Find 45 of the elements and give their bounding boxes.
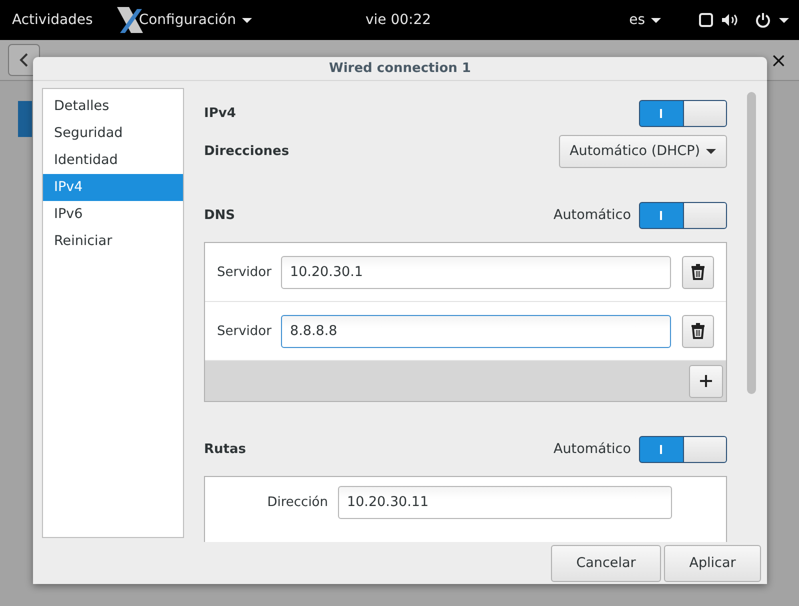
power-icon[interactable]: [755, 12, 771, 28]
toggle-switch[interactable]: [639, 100, 727, 126]
toggle-switch[interactable]: [639, 436, 727, 462]
section-heading: DNS: [204, 208, 236, 222]
field-label: Servidor: [217, 324, 271, 338]
trash-icon: [691, 323, 705, 339]
delete-button[interactable]: [682, 256, 714, 288]
input-field[interactable]: 10.20.30.1: [281, 256, 671, 288]
window-icon[interactable]: [699, 13, 713, 27]
toggle-label: Automático: [554, 207, 631, 223]
caret-icon: [242, 18, 252, 22]
sidebar-item[interactable]: Identidad: [43, 147, 183, 174]
sidebar-item[interactable]: Detalles: [43, 93, 183, 120]
activities-button[interactable]: Actividades: [12, 12, 93, 28]
field-label: Dirección: [266, 494, 328, 510]
scrollbar-thumb[interactable]: [747, 92, 756, 394]
field-label: Servidor: [217, 264, 271, 280]
volume-icon[interactable]: [721, 13, 739, 27]
plus-icon: [700, 375, 712, 387]
section-heading: IPv4: [204, 106, 236, 120]
toggle-label: Automático: [554, 441, 631, 457]
apply-button[interactable]: Aplicar: [664, 544, 761, 582]
caret-icon: [706, 148, 716, 154]
add-button[interactable]: [689, 364, 723, 398]
sidebar-item[interactable]: Seguridad: [43, 120, 183, 147]
caret-icon: [651, 18, 661, 22]
section-heading: Rutas: [204, 442, 246, 456]
input-field[interactable]: 8.8.8.8: [281, 314, 671, 348]
trash-icon: [691, 264, 705, 280]
caret-icon: [779, 18, 789, 22]
chevron-left-icon: [19, 53, 29, 67]
clock[interactable]: vie 00:22: [365, 12, 432, 28]
toggle-switch[interactable]: [639, 202, 727, 228]
language-menu[interactable]: es: [629, 12, 661, 28]
delete-button[interactable]: [682, 314, 714, 348]
close-button[interactable]: ×: [766, 48, 791, 72]
input-field[interactable]: 10.20.30.11: [338, 486, 672, 518]
dialog-title: Wired connection 1: [33, 57, 767, 81]
cancel-button[interactable]: Cancelar: [551, 544, 661, 582]
background-sidebar-item: [18, 101, 32, 137]
method-dropdown[interactable]: Automático (DHCP): [558, 134, 727, 168]
sidebar-item[interactable]: Reiniciar: [43, 228, 183, 255]
sidebar-item[interactable]: IPv6: [43, 201, 183, 228]
section-heading: Direcciones: [204, 144, 290, 158]
app-menu[interactable]: Configuración: [114, 5, 252, 35]
